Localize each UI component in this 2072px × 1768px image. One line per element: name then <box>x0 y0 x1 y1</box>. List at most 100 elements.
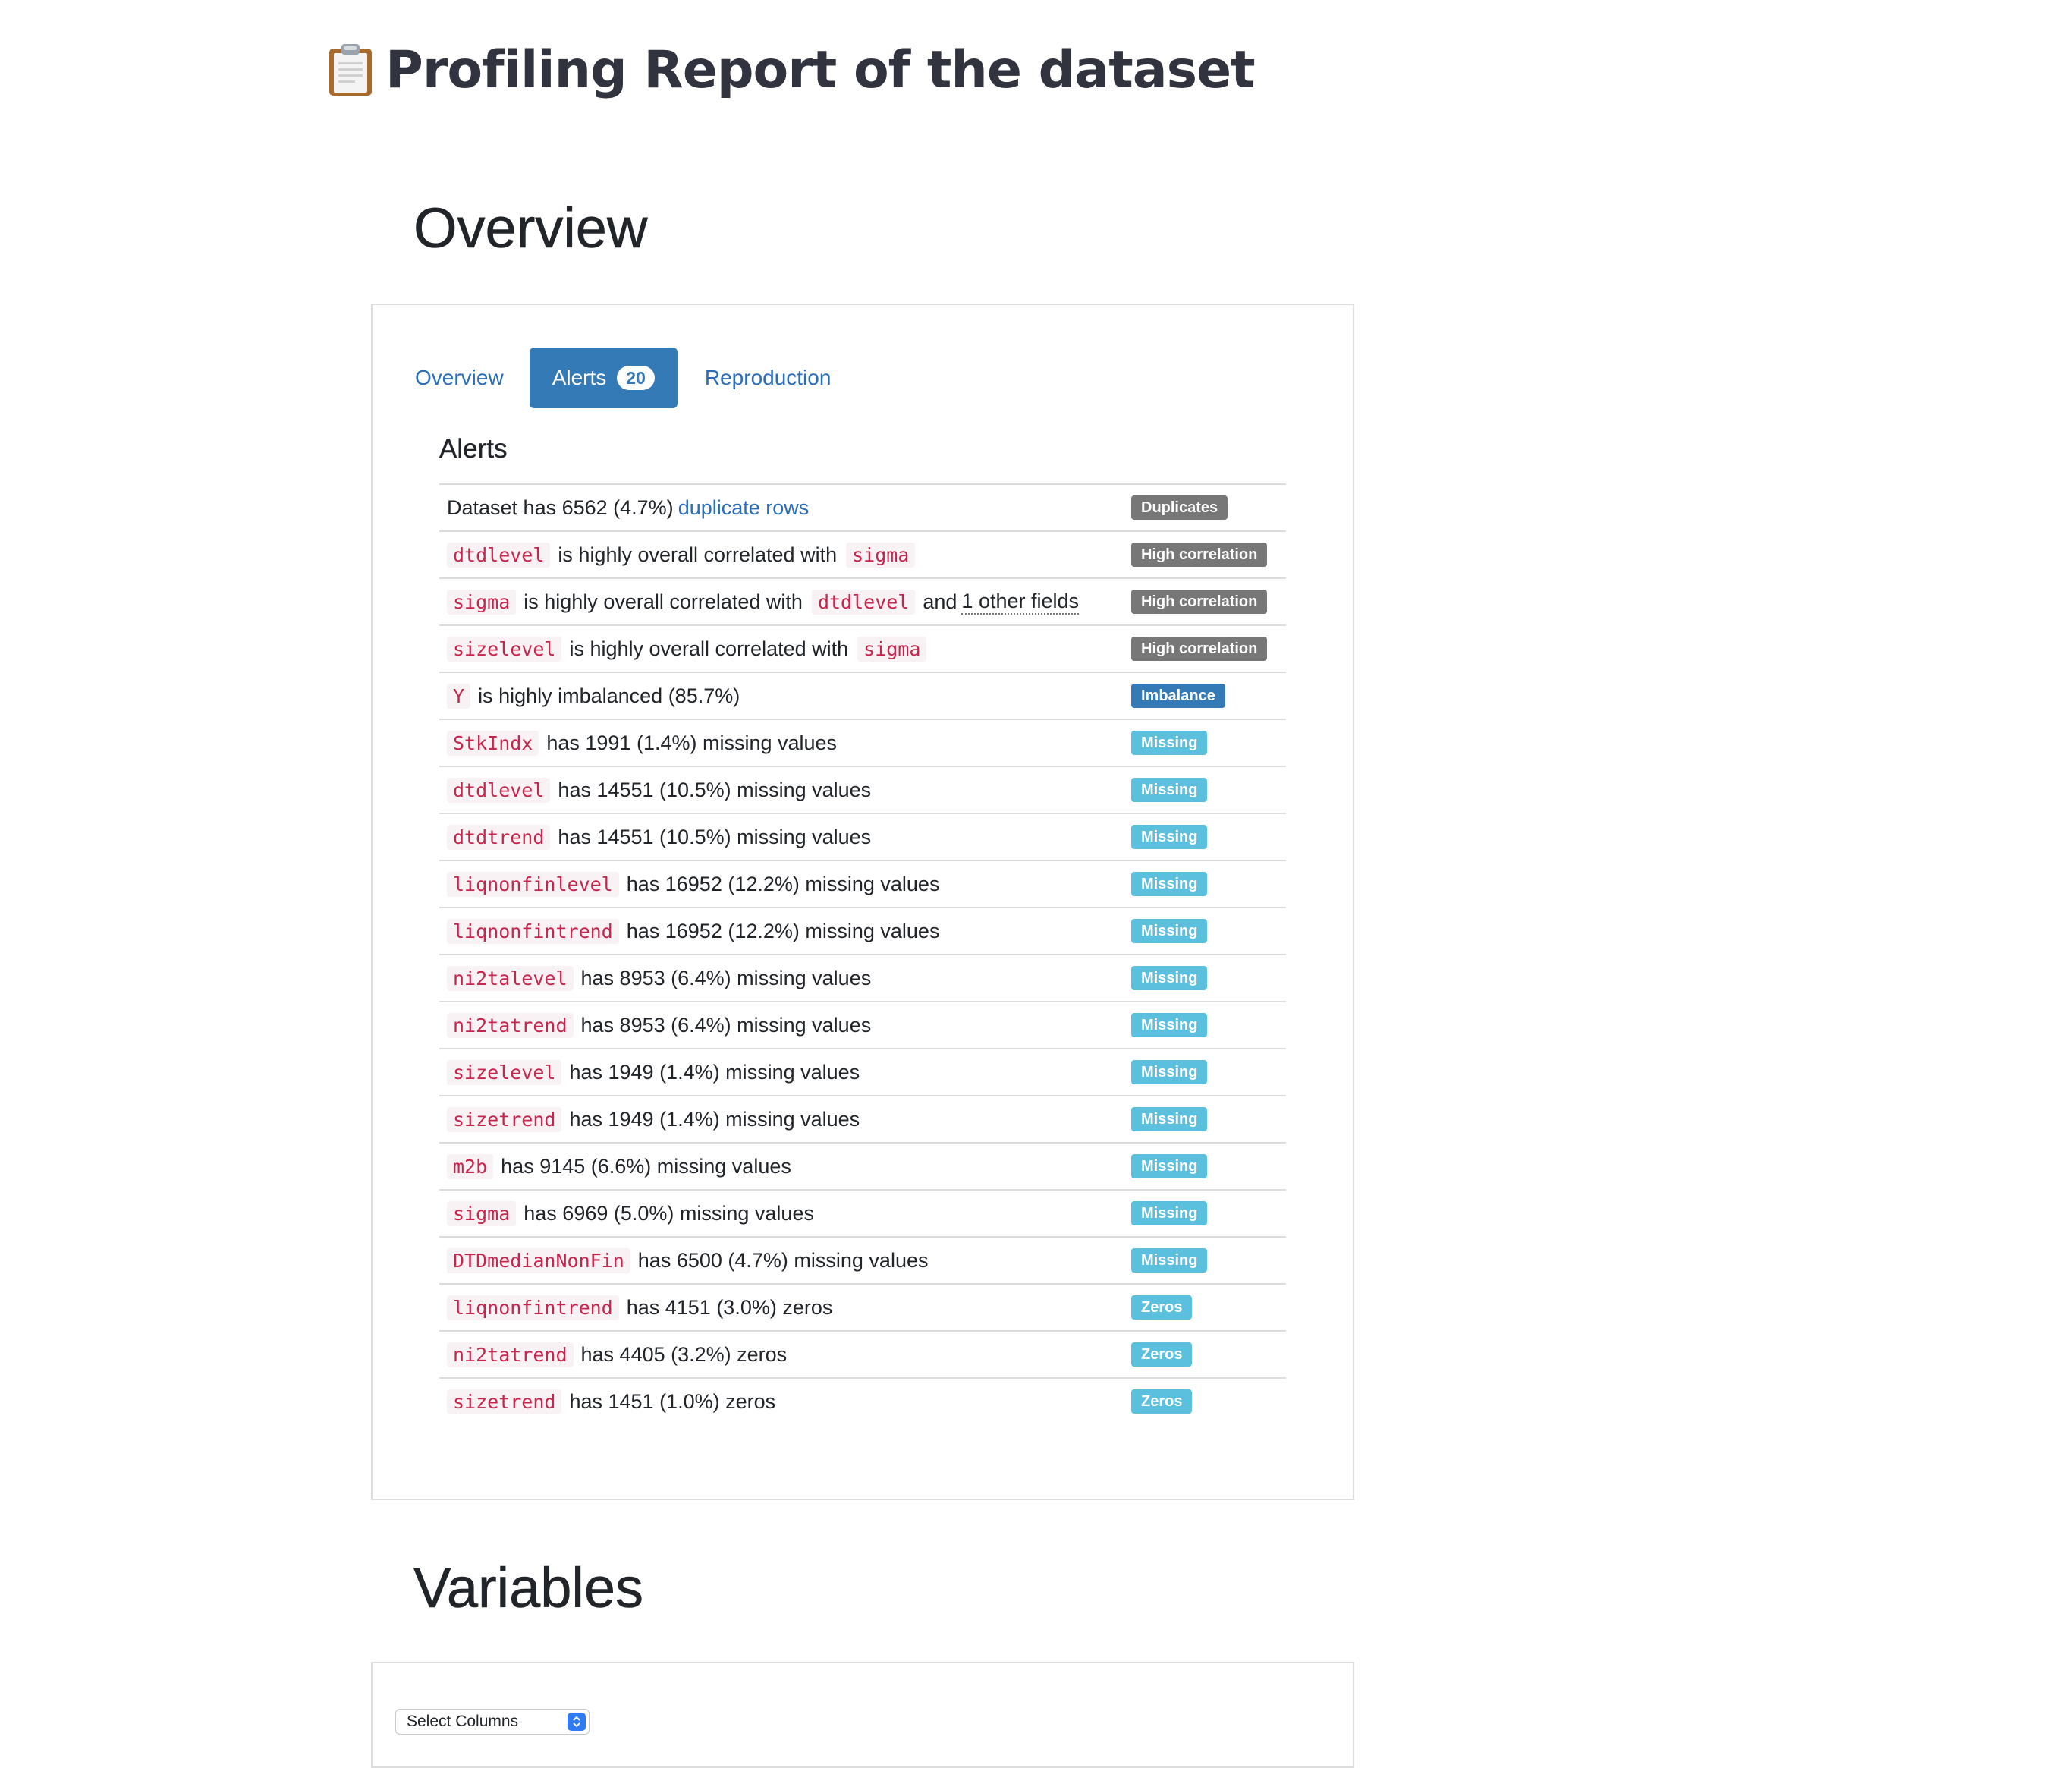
chevron-updown-icon <box>568 1713 586 1731</box>
alert-text-middle: is highly overall correlated with <box>569 637 849 660</box>
alert-message: liqnonfintrend has 4151 (3.0%) zeros <box>447 1295 837 1320</box>
alert-text: has 1949 (1.4%) missing values <box>569 1060 860 1084</box>
duplicate-rows-link[interactable]: duplicate rows <box>678 496 810 520</box>
alert-type-badge: Missing <box>1131 825 1208 849</box>
alert-message: sizelevel is highly overall correlated wi… <box>447 636 929 662</box>
alert-text: has 6969 (5.0%) missing values <box>524 1201 814 1225</box>
alert-row: ni2tatrend has 8953 (6.4%) missing values… <box>439 1002 1286 1049</box>
alert-text: has 14551 (10.5%) missing values <box>558 825 872 848</box>
select-columns-dropdown[interactable]: Select Columns <box>395 1709 590 1735</box>
alert-type-badge: Zeros <box>1131 1389 1193 1414</box>
page-title-text: Profiling Report of the dataset <box>385 39 1256 100</box>
alert-text: has 16952 (12.2%) missing values <box>626 919 940 942</box>
alert-type-badge: High correlation <box>1131 590 1268 614</box>
alert-row: dtdlevel is highly overall correlated wit… <box>439 532 1286 579</box>
alert-text: has 6500 (4.7%) missing values <box>637 1248 929 1272</box>
overview-heading: Overview <box>413 197 648 260</box>
alert-field-name: sizelevel <box>447 636 562 662</box>
alert-type-badge: Missing <box>1131 778 1208 802</box>
alert-field-name: m2b <box>447 1153 494 1179</box>
alert-row: DTDmedianNonFin has 6500 (4.7%) missing v… <box>439 1238 1286 1285</box>
alert-type-badge: Imbalance <box>1131 684 1225 708</box>
alert-field-name: Y <box>447 683 471 709</box>
alert-text: has 8953 (6.4%) missing values <box>580 1013 872 1037</box>
alert-type-badge: High correlation <box>1131 637 1268 661</box>
tab-alerts-label: Alerts <box>552 366 607 389</box>
alert-message: sizetrend has 1949 (1.4%) missing values <box>447 1106 864 1132</box>
tab-overview-label: Overview <box>415 366 504 389</box>
alert-row: ni2talevel has 8953 (6.4%) missing values… <box>439 955 1286 1002</box>
alert-field-name: ni2tatrend <box>447 1342 574 1367</box>
alert-field-name: liqnonfinlevel <box>447 871 619 897</box>
alert-message: sigma has 6969 (5.0%) missing values <box>447 1200 819 1226</box>
alerts-title: Alerts <box>439 434 508 464</box>
tab-alerts[interactable]: Alerts 20 <box>529 348 678 408</box>
alert-message: StkIndx has 1991 (1.4%) missing values <box>447 730 841 756</box>
alert-type-badge: Missing <box>1131 1107 1208 1131</box>
clipboard-icon <box>328 42 373 97</box>
alert-field-name: sigma <box>447 589 517 615</box>
alert-row: liqnonfinlevel has 16952 (12.2%) missing … <box>439 861 1286 908</box>
alert-message: Dataset has 6562 (4.7%) duplicate rows <box>447 496 809 520</box>
alert-type-badge: Missing <box>1131 731 1208 755</box>
alert-text-and: and <box>923 590 957 613</box>
alert-message: liqnonfinlevel has 16952 (12.2%) missing … <box>447 871 944 897</box>
alert-message: liqnonfintrend has 16952 (12.2%) missing … <box>447 918 944 944</box>
alert-message: sigma is highly overall correlated with dt… <box>447 589 1080 615</box>
tab-reproduction-label: Reproduction <box>704 366 832 389</box>
alert-type-badge: High correlation <box>1131 543 1268 567</box>
alert-type-badge: Missing <box>1131 1013 1208 1037</box>
alert-field-name: liqnonfintrend <box>447 918 619 944</box>
alert-message: m2b has 9145 (6.6%) missing values <box>447 1153 796 1179</box>
alert-field-name: StkIndx <box>447 730 539 756</box>
other-fields-tooltip[interactable]: 1 other fields <box>961 590 1080 615</box>
alert-field-name: dtdtrend <box>447 824 551 850</box>
alert-row: m2b has 9145 (6.6%) missing values Missing <box>439 1144 1286 1191</box>
alert-message: ni2tatrend has 8953 (6.4%) missing values <box>447 1012 876 1038</box>
select-columns-label: Select Columns <box>407 1713 519 1730</box>
alert-row: Yis highly imbalanced (85.7%) Imbalance <box>439 673 1286 720</box>
alert-field-name-2: sigma <box>846 542 916 568</box>
alert-field-name: sigma <box>447 1200 517 1226</box>
alert-type-badge: Zeros <box>1131 1295 1193 1320</box>
alert-row: sigma is highly overall correlated with dt… <box>439 579 1286 626</box>
alert-type-badge: Missing <box>1131 1154 1208 1178</box>
alert-field-name: ni2talevel <box>447 965 574 991</box>
alert-row: sizetrend has 1949 (1.4%) missing values M… <box>439 1096 1286 1144</box>
alert-text: has 8953 (6.4%) missing values <box>580 966 872 989</box>
alert-field-name-2: dtdlevel <box>811 589 916 615</box>
alert-text: has 1991 (1.4%) missing values <box>546 731 838 754</box>
alert-row: liqnonfintrend has 4151 (3.0%) zeros Zeros <box>439 1285 1286 1332</box>
alert-type-badge: Missing <box>1131 1248 1208 1273</box>
alert-field-name: ni2tatrend <box>447 1012 574 1038</box>
alert-row: dtdtrend has 14551 (10.5%) missing values… <box>439 814 1286 861</box>
alert-row: sizelevel has 1949 (1.4%) missing values M… <box>439 1049 1286 1096</box>
alert-message: ni2talevel has 8953 (6.4%) missing values <box>447 965 876 991</box>
variables-panel: Select Columns <box>371 1662 1354 1768</box>
alert-type-badge: Duplicates <box>1131 495 1228 520</box>
tab-reproduction[interactable]: Reproduction <box>687 348 850 408</box>
overview-tabs: Overview Alerts 20 Reproduction <box>415 348 849 408</box>
alert-message: dtdlevel is highly overall correlated wit… <box>447 542 918 568</box>
alert-field-name: sizetrend <box>447 1389 562 1414</box>
alert-text: has 14551 (10.5%) missing values <box>558 778 872 801</box>
alert-field-name: dtdlevel <box>447 542 551 568</box>
alert-row: dtdlevel has 14551 (10.5%) missing values… <box>439 767 1286 814</box>
alert-row: liqnonfintrend has 16952 (12.2%) missing … <box>439 908 1286 955</box>
alert-text: has 4405 (3.2%) zeros <box>580 1342 788 1366</box>
alerts-count-badge: 20 <box>617 366 655 390</box>
alert-field-name: liqnonfintrend <box>447 1295 619 1320</box>
alert-field-name: dtdlevel <box>447 777 551 803</box>
alert-message: sizetrend has 1451 (1.0%) zeros <box>447 1389 780 1414</box>
tab-overview[interactable]: Overview <box>415 348 522 408</box>
alert-message: dtdlevel has 14551 (10.5%) missing values <box>447 777 876 803</box>
alert-row: sizelevel is highly overall correlated wi… <box>439 626 1286 673</box>
alert-row: sizetrend has 1451 (1.0%) zeros Zeros <box>439 1379 1286 1424</box>
alert-message: Yis highly imbalanced (85.7%) <box>447 683 744 709</box>
alert-row: ni2tatrend has 4405 (3.2%) zeros Zeros <box>439 1332 1286 1379</box>
alert-type-badge: Missing <box>1131 919 1208 943</box>
alert-type-badge: Missing <box>1131 966 1208 990</box>
alert-text: has 1451 (1.0%) zeros <box>569 1389 776 1413</box>
alert-message: sizelevel has 1949 (1.4%) missing values <box>447 1059 864 1085</box>
alert-text: is highly imbalanced (85.7%) <box>478 684 740 707</box>
